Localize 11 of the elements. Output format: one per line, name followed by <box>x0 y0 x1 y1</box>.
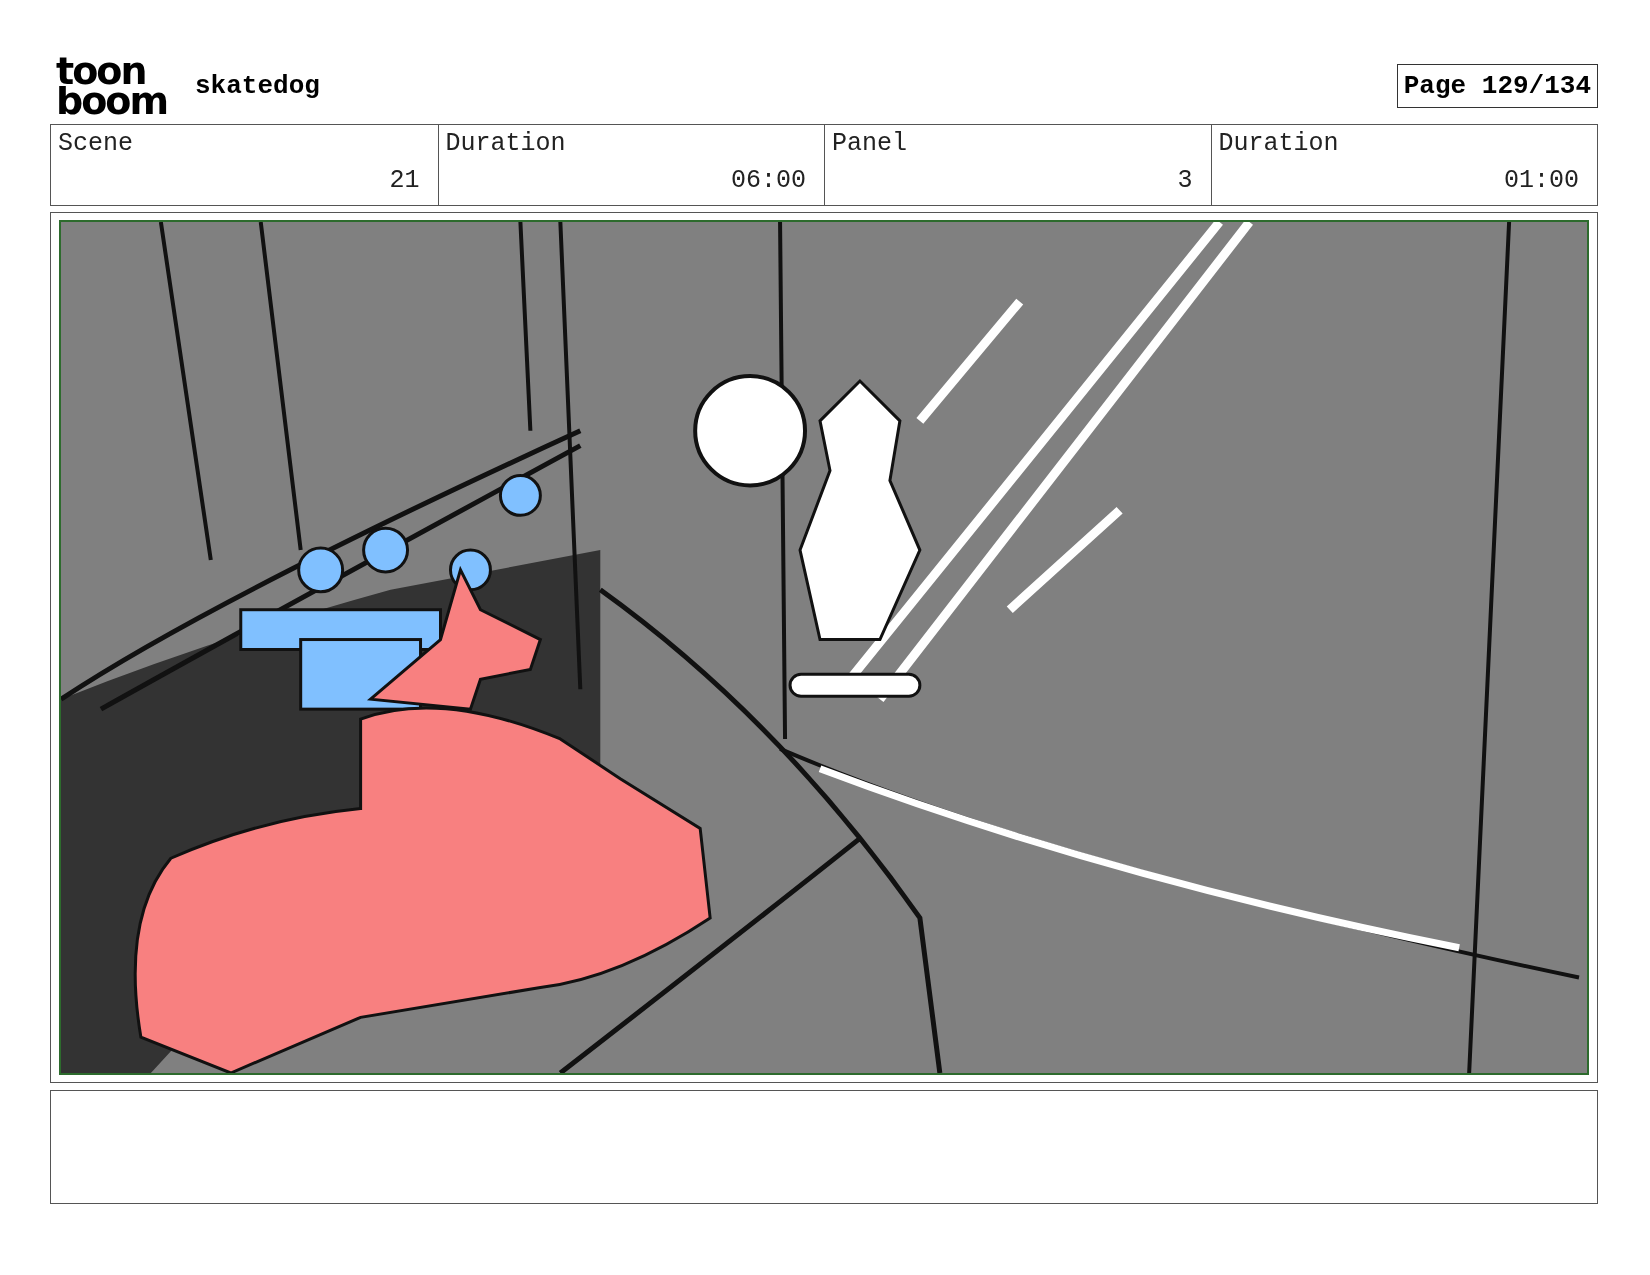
page-number: Page 129/134 <box>1396 64 1598 108</box>
field-label: Scene <box>58 129 134 158</box>
field-value: 3 <box>1176 166 1193 195</box>
field-label: Duration <box>445 129 567 158</box>
toon-boom-logo: toon boom <box>56 56 167 116</box>
field-label: Duration <box>1218 129 1340 158</box>
project-title: skatedog <box>195 71 321 101</box>
field-value: 21 <box>388 166 420 195</box>
field-value: 01:00 <box>1503 166 1579 195</box>
field-value: 06:00 <box>730 166 806 195</box>
field-label: Panel <box>832 129 908 158</box>
